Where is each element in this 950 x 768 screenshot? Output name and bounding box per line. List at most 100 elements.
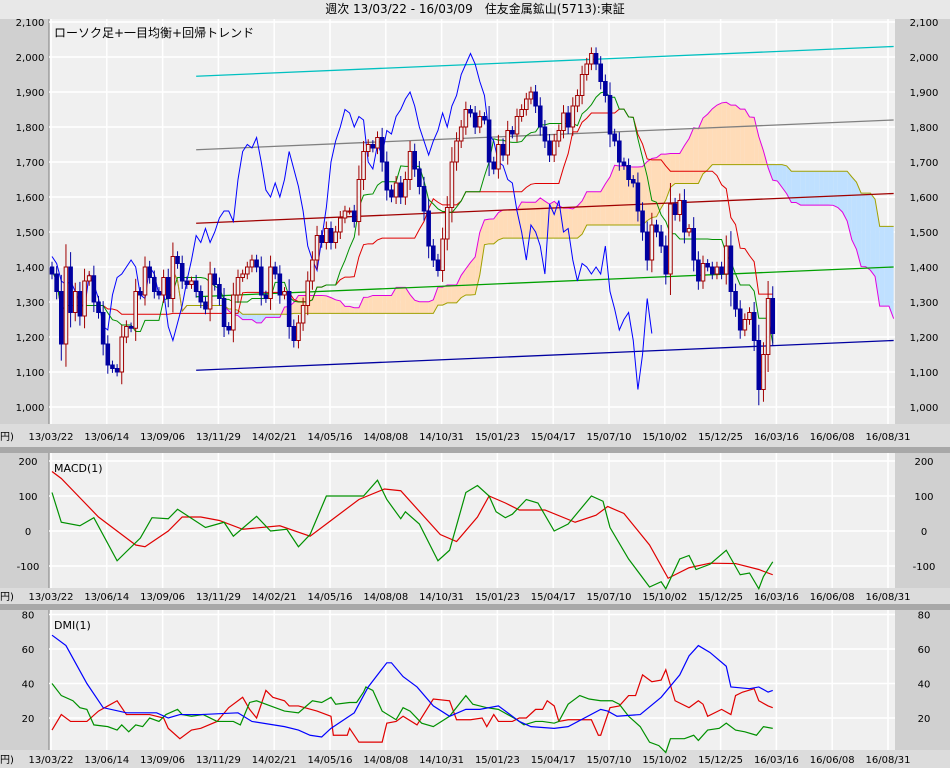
kumo-cloud-segment [744,109,750,165]
kumo-cloud-segment [735,105,741,165]
candle-body [82,280,87,317]
candle-body [644,231,650,261]
candle-body [124,326,129,338]
x-tick-label: 15/07/10 [587,755,632,766]
candle-body [663,245,669,275]
candle-body [328,228,334,243]
candle-body [630,179,636,184]
kumo-cloud-segment [884,226,889,307]
x-tick-label: 16/08/31 [866,432,911,443]
candle-body [519,109,524,117]
kumo-cloud-segment [772,164,778,182]
candle-body [691,228,697,261]
y-tick-label-right: 60 [918,645,931,656]
kumo-cloud-segment [368,295,373,314]
candle-body [705,263,710,268]
candle-body [212,273,218,285]
kumo-cloud-segment [870,193,876,277]
y-tick-label-left: 1,700 [16,158,45,169]
plot-area [49,453,895,588]
candle-body [440,238,445,271]
candle-body [347,210,352,213]
candle-body [421,186,427,212]
candle-body [398,182,404,198]
panel-separator [0,447,950,453]
kumo-cloud-segment [740,109,745,165]
indicator-title: DMI(1) [54,619,91,632]
candle-body [138,291,143,296]
candle-body [361,151,366,180]
candle-body [393,182,399,198]
candle-body [72,291,78,313]
y-tick-label-left: 1,600 [16,193,45,204]
candle-body [370,144,376,149]
main-chart-title: ローソク足+一目均衡+回帰トレンド [54,26,254,40]
candle-body [537,105,543,128]
candle-body [356,179,362,222]
x-tick-label: 14/05/16 [308,592,353,603]
candle-body [589,53,594,65]
candle-body [756,340,762,390]
candle-body [91,275,97,303]
candle-body [612,133,617,142]
x-tick-label: 15/01/23 [475,432,520,443]
y-tick-label-right: 20 [918,714,931,725]
candle-body [472,112,478,128]
candle-body [207,273,213,310]
candle-body [333,231,338,243]
y-tick-label-left: 1,800 [16,123,45,134]
x-tick-label: 16/06/08 [810,592,855,603]
candle-body [170,256,176,299]
candle-body [375,137,380,149]
kumo-cloud-segment [800,171,806,206]
y-tick-label-right: 40 [918,680,931,691]
unit-label: 円) [0,592,14,603]
kumo-cloud-segment [424,301,429,314]
kumo-cloud-segment [796,171,801,206]
candle-body [49,266,55,275]
candle-body [412,151,417,170]
y-tick-label-right: 1,500 [910,228,939,239]
kumo-cloud-segment [321,295,327,314]
y-tick-label-left: 80 [22,611,35,622]
x-tick-label: 14/02/21 [252,755,297,766]
x-tick-label: 15/10/02 [642,755,687,766]
y-tick-label-left: 2,100 [16,18,45,29]
candle-body [626,165,631,180]
candle-body [649,224,655,261]
unit-label: 円) [0,755,14,766]
candle-body [231,294,236,331]
y-tick-label-left: 1,000 [16,403,45,414]
kumo-cloud-segment [851,176,857,250]
candle-body [533,91,538,107]
y-tick-label-left: 200 [18,457,37,468]
x-tick-label: 14/10/31 [419,432,464,443]
kumo-cloud-segment [619,165,624,225]
candle-body [379,137,385,163]
candle-body [268,266,273,299]
x-tick-label: 13/09/06 [140,755,185,766]
candle-body [272,266,278,275]
y-tick-label-left: 1,300 [16,298,45,309]
x-tick-label: 16/03/16 [754,432,799,443]
kumo-cloud-segment [879,226,885,307]
y-tick-label-right: 1,700 [910,158,939,169]
candle-body [579,74,585,96]
kumo-cloud-segment [317,295,322,314]
y-tick-label-right: 1,600 [910,193,939,204]
x-tick-label: 14/10/31 [419,592,464,603]
candle-body [607,95,613,135]
x-tick-label: 13/11/29 [196,432,241,443]
candle-body [598,63,604,82]
y-tick-label-right: 1,000 [910,403,939,414]
candle-body [710,266,715,275]
candle-body [119,336,125,373]
candle-body [226,326,231,331]
candle-body [658,231,664,247]
x-tick-label: 16/08/31 [866,592,911,603]
kumo-cloud-segment [823,171,829,206]
candle-body [640,210,645,233]
candle-body [677,200,683,215]
x-tick-label: 15/07/10 [587,592,632,603]
candle-body [714,266,720,275]
